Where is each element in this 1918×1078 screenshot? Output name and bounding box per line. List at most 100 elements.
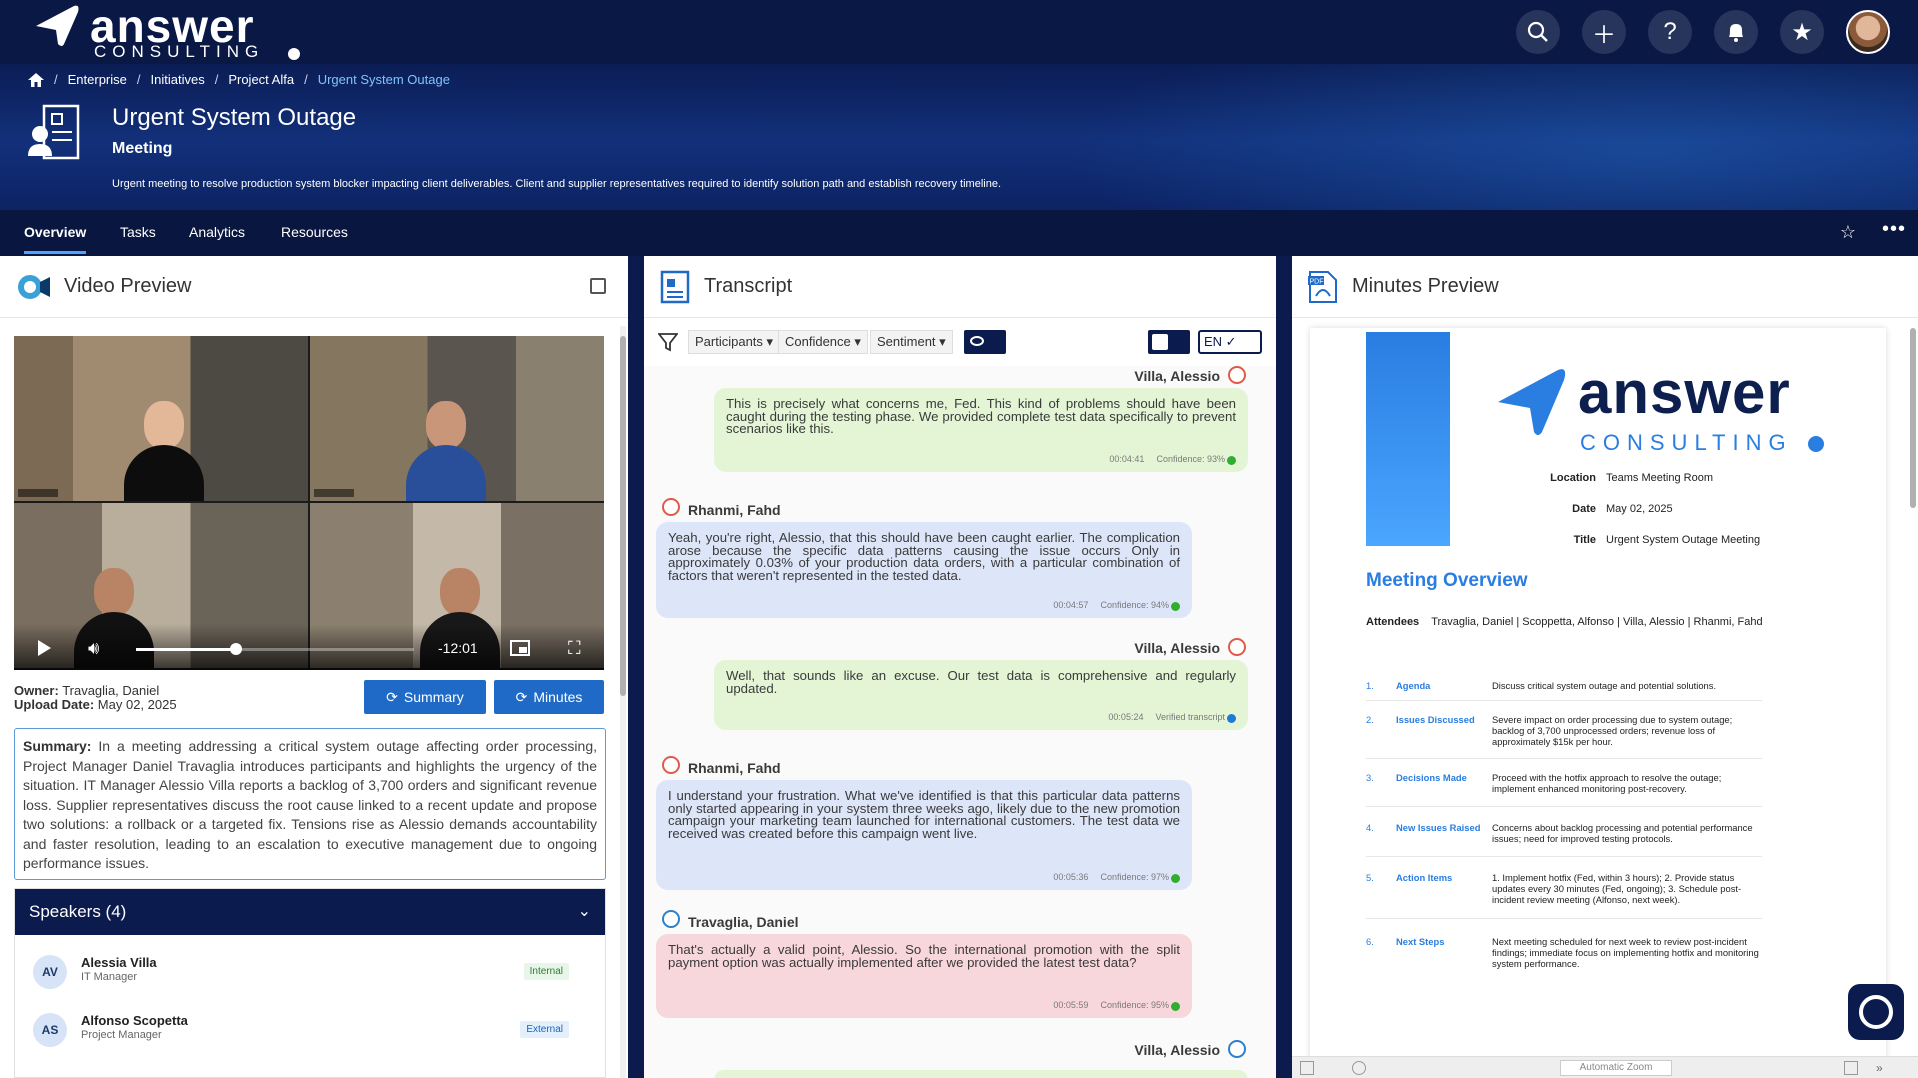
support-headset-icon[interactable] xyxy=(1848,984,1904,1040)
bookmark-icon[interactable] xyxy=(1844,1061,1858,1075)
message-text: Yeah, you're right, Alessio, that this s… xyxy=(668,530,1180,583)
progress-handle[interactable] xyxy=(230,643,243,655)
transcript-panel-title: Transcript xyxy=(704,275,793,297)
minutes-item: 3. Decisions Made Proceed with the hotfix … xyxy=(1366,772,1866,812)
minutes-item: 4. New Issues Raised Concerns about backlo… xyxy=(1366,822,1866,862)
message-text: I understand your frustration. What we'v… xyxy=(668,788,1180,841)
video-tile-2 xyxy=(310,336,604,501)
search-icon[interactable] xyxy=(1352,1061,1366,1075)
message-text: That's actually a valid point, Alessio. … xyxy=(668,942,1180,970)
message-time: 00:04:57 xyxy=(1053,600,1089,611)
summary-box: Summary: In a meeting addressing a criti… xyxy=(14,728,606,880)
brand-tagline: CONSULTING xyxy=(94,42,265,61)
zoom-select[interactable]: Automatic Zoom xyxy=(1560,1060,1672,1076)
doc-brand-tagline: CONSULTING xyxy=(1580,430,1793,455)
confidence-filter[interactable]: Confidence ▾ xyxy=(778,330,868,354)
speaker-item[interactable]: AS Alfonso Scopetta Project Manager Exte… xyxy=(33,1011,593,1051)
breadcrumb-enterprise[interactable]: Enterprise xyxy=(68,72,127,87)
home-icon[interactable] xyxy=(28,72,44,87)
message-text: This is precisely what concerns me, Fed.… xyxy=(726,396,1236,437)
scrollbar[interactable] xyxy=(1910,328,1916,1078)
search-icon[interactable] xyxy=(1516,10,1560,54)
status-dot xyxy=(1227,455,1236,465)
speaker-icon xyxy=(1228,638,1246,656)
video-player[interactable]: 🔊︎ -12:01 ⛶ xyxy=(14,336,604,670)
breadcrumb-current[interactable]: Urgent System Outage xyxy=(318,72,450,87)
summary-button[interactable]: ⟳ Summary xyxy=(364,680,486,714)
message-confidence: Confidence: 94% xyxy=(1100,600,1169,611)
transcript-message: Villa, Alessio xyxy=(644,1040,1276,1078)
plus-icon[interactable]: ＋ xyxy=(1582,10,1626,54)
brand-dot xyxy=(288,48,300,60)
scrollbar[interactable] xyxy=(620,326,626,1078)
minutes-preview-panel: PDF Minutes Preview answer CONSULTING Lo… xyxy=(1292,256,1918,1078)
status-dot xyxy=(1171,601,1180,611)
page-description: Urgent meeting to resolve production sys… xyxy=(112,178,1002,190)
breadcrumb-project[interactable]: Project Alfa xyxy=(228,72,294,87)
video-panel-title: Video Preview xyxy=(64,275,192,297)
double-chevron-right-icon[interactable]: » xyxy=(1876,1061,1890,1075)
speaker-name: Villa, Alessio xyxy=(1134,1042,1220,1058)
avatar: AS xyxy=(33,1013,67,1047)
minutes-button[interactable]: ⟳ Minutes xyxy=(494,680,604,714)
message-confidence: Confidence: 93% xyxy=(1156,454,1225,465)
bell-icon[interactable] xyxy=(1714,10,1758,54)
breadcrumb-initiatives[interactable]: Initiatives xyxy=(151,72,205,87)
play-icon[interactable] xyxy=(38,640,51,656)
fullscreen-icon[interactable]: ⛶ xyxy=(568,638,581,659)
visibility-toggle[interactable] xyxy=(964,330,1006,354)
panel-divider xyxy=(628,256,644,1078)
tab-overview[interactable]: Overview xyxy=(24,224,87,254)
tab-tasks[interactable]: Tasks xyxy=(120,224,156,240)
minutes-document: answer CONSULTING Location Teams Meeting… xyxy=(1310,328,1886,1078)
tab-analytics[interactable]: Analytics xyxy=(189,224,245,240)
avatar: AV xyxy=(33,955,67,989)
pdf-icon: PDF xyxy=(1308,270,1337,303)
sentiment-filter[interactable]: Sentiment ▾ xyxy=(870,330,953,354)
star-icon[interactable]: ★ xyxy=(1780,10,1824,54)
brand-logo[interactable]: answer CONSULTING xyxy=(34,3,300,61)
pdf-toolbar: Automatic Zoom » xyxy=(1292,1056,1918,1078)
open-external-icon[interactable] xyxy=(590,278,606,294)
translate-toggle[interactable] xyxy=(1148,330,1190,354)
speaker-name: Rhanmi, Fahd xyxy=(688,502,781,518)
top-bar: answer CONSULTING ＋ ? ★ xyxy=(0,0,1918,64)
refresh-icon: ⟳ xyxy=(515,688,528,705)
status-dot xyxy=(1171,1001,1180,1011)
speaker-tag: External xyxy=(520,1021,569,1038)
video-progress-bar[interactable] xyxy=(136,643,414,655)
speaker-name: Rhanmi, Fahd xyxy=(688,760,781,776)
more-icon[interactable]: ••• xyxy=(1882,218,1906,241)
filter-icon[interactable] xyxy=(658,332,678,352)
header: answer CONSULTING ＋ ? ★ / Enterprise / I… xyxy=(0,0,1918,256)
transcript-panel-header: Transcript xyxy=(644,256,1276,318)
tab-resources[interactable]: Resources xyxy=(281,224,348,240)
speaker-icon xyxy=(662,498,680,516)
volume-icon[interactable]: 🔊︎ xyxy=(88,638,99,659)
chevron-down-icon[interactable]: ⌄ xyxy=(578,901,591,921)
picture-in-picture-icon[interactable] xyxy=(510,640,530,656)
doc-accent-bar xyxy=(1366,332,1450,546)
speaker-item[interactable]: AV Alessia Villa IT Manager Internal xyxy=(33,953,593,993)
speakers-header[interactable]: Speakers (4) ⌄ xyxy=(15,889,605,935)
sidebar-toggle-icon[interactable] xyxy=(1300,1061,1314,1075)
language-select[interactable]: EN ✓ xyxy=(1198,330,1262,354)
svg-text:PDF: PDF xyxy=(1310,278,1324,285)
transcript-message: Travaglia, Daniel That's actually a vali… xyxy=(644,910,1276,1030)
meeting-icon xyxy=(28,104,80,160)
favorite-star-icon[interactable]: ☆ xyxy=(1840,222,1856,243)
help-icon[interactable]: ? xyxy=(1648,10,1692,54)
user-avatar[interactable] xyxy=(1846,10,1890,54)
status-dot xyxy=(1227,713,1236,723)
doc-logo: answer CONSULTING xyxy=(1496,359,1856,456)
minutes-item: 2. Issues Discussed Severe impact on order… xyxy=(1366,714,1866,764)
video-controls: 🔊︎ -12:01 ⛶ xyxy=(14,624,604,670)
refresh-icon: ⟳ xyxy=(386,688,398,705)
message-confidence: Confidence: 97% xyxy=(1100,872,1169,883)
logo-mark-icon xyxy=(36,5,79,47)
top-actions: ＋ ? ★ xyxy=(1516,10,1890,54)
upload-date-value: May 02, 2025 xyxy=(97,697,177,712)
participants-filter[interactable]: Participants ▾ xyxy=(688,330,781,354)
message-time: 00:05:36 xyxy=(1053,872,1089,883)
speaker-name: Alessia Villa xyxy=(81,955,157,970)
